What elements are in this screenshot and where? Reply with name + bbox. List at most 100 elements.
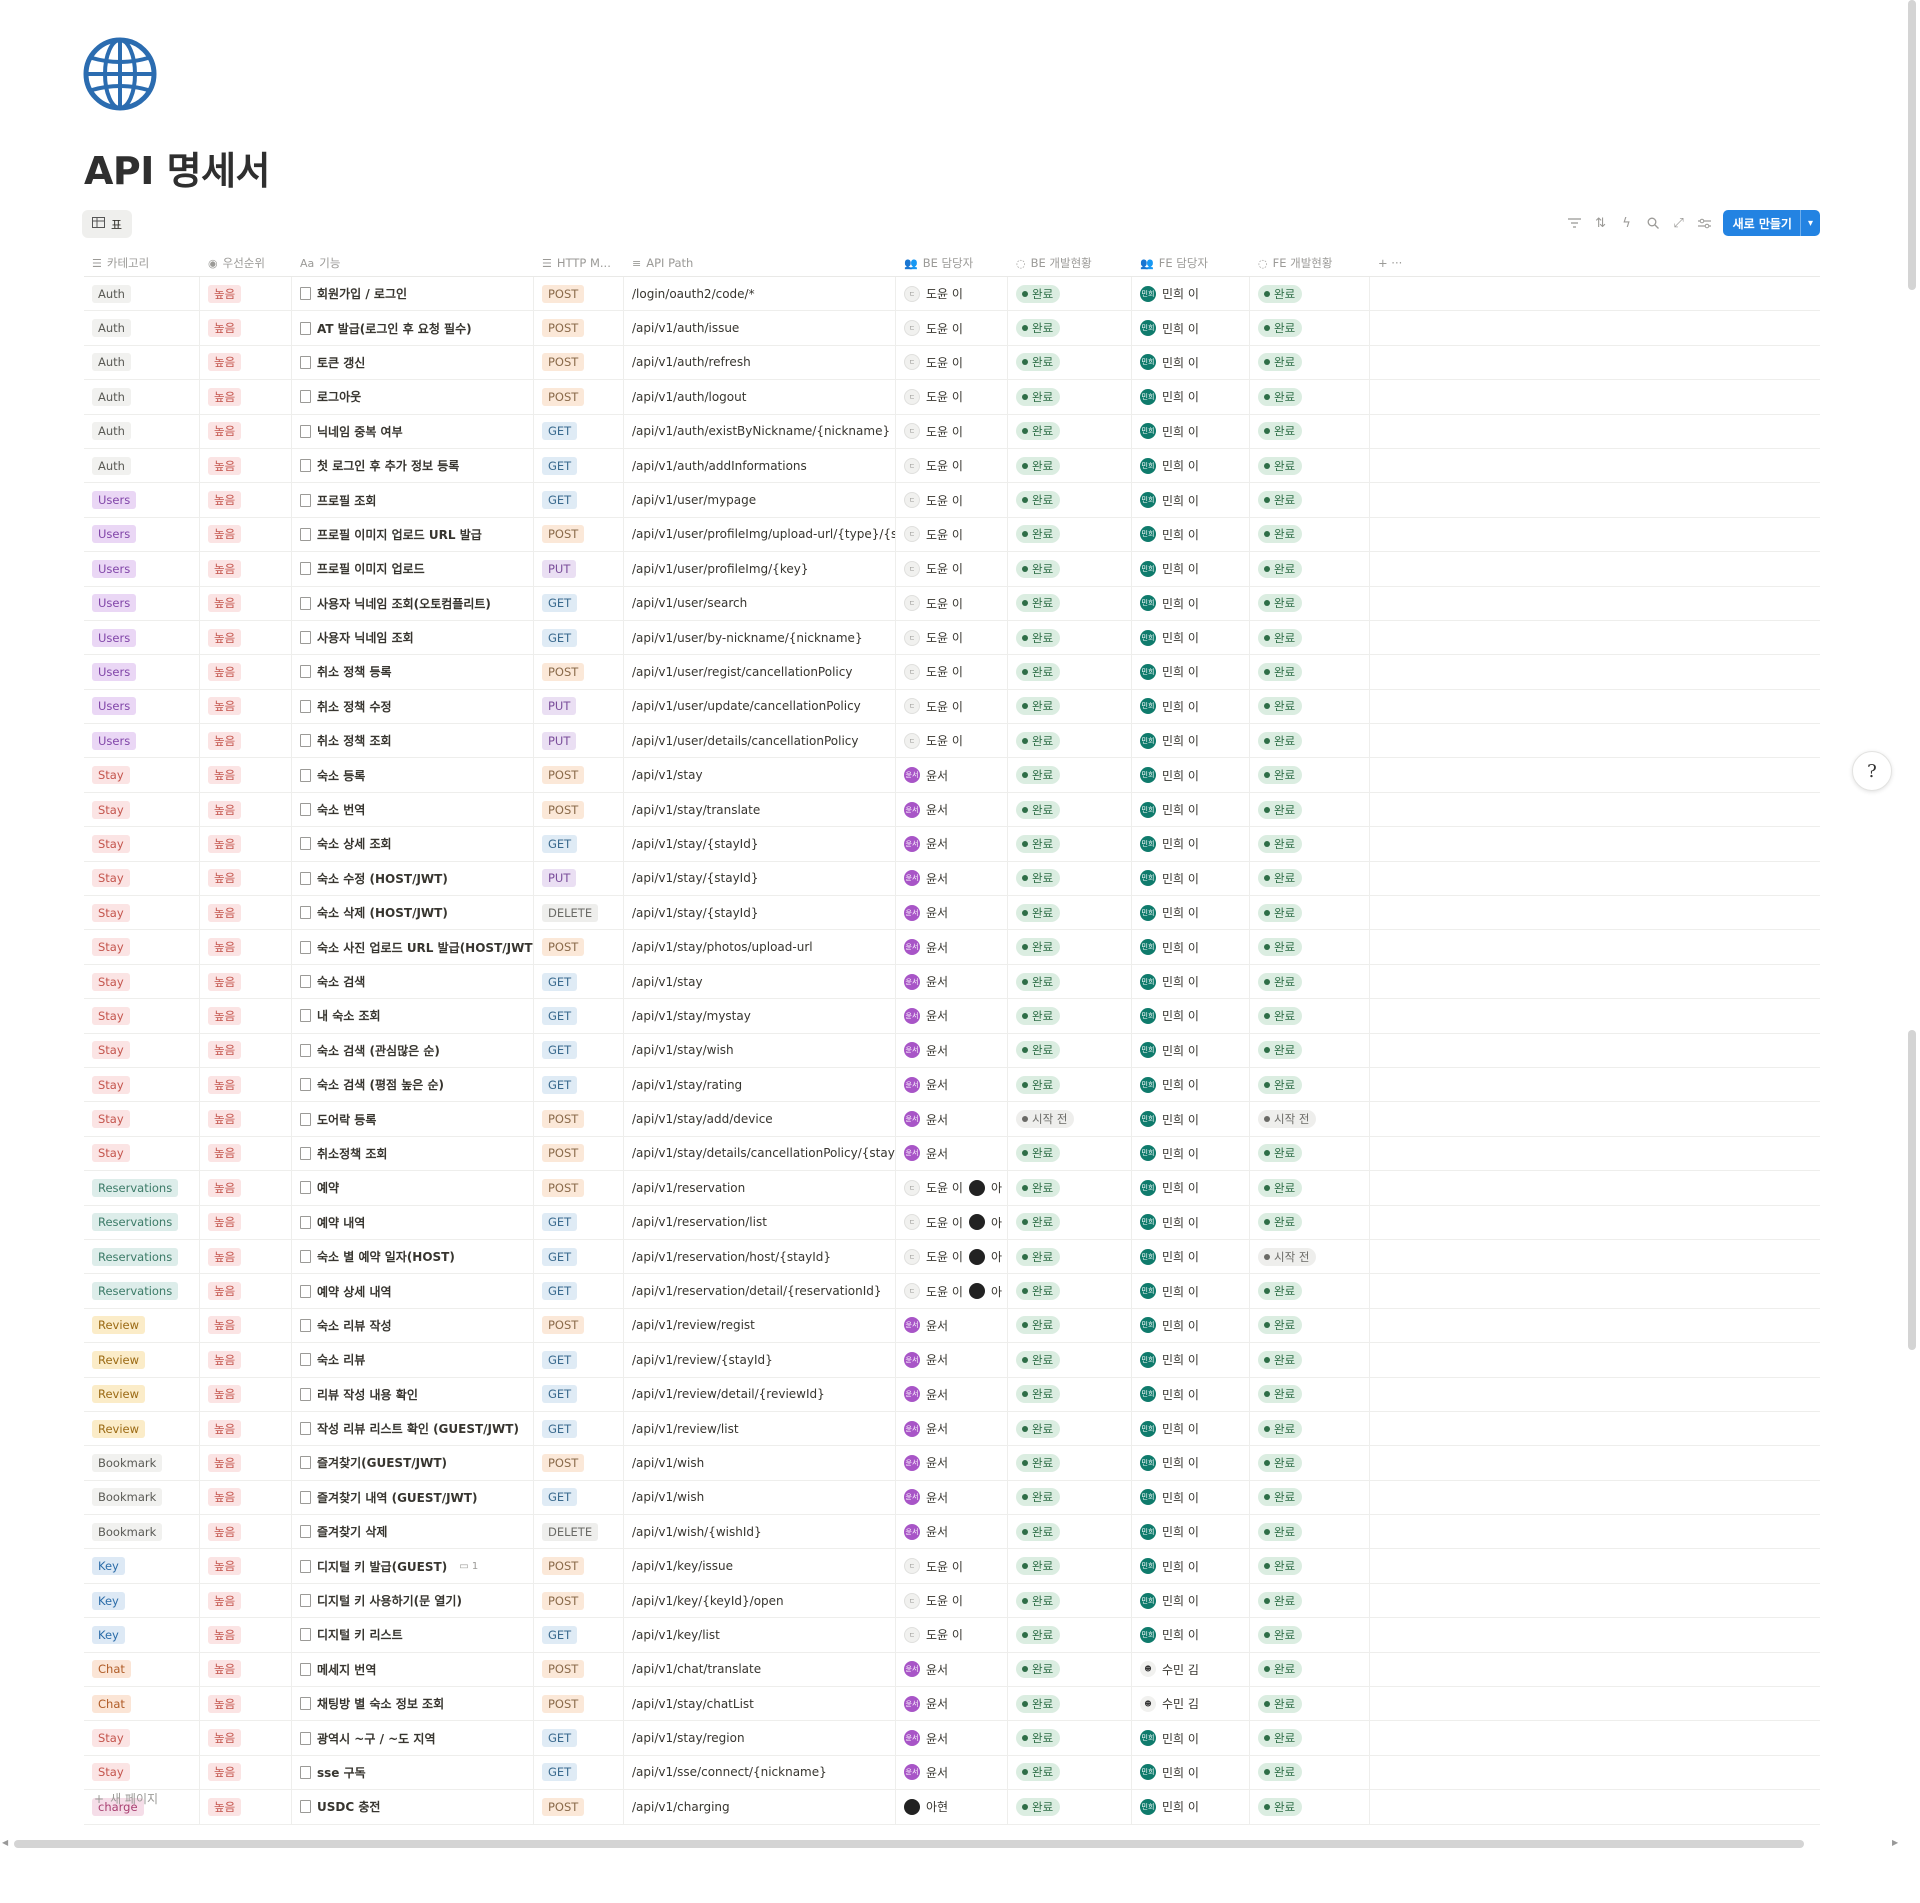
http-method-cell[interactable]: PUT [534,552,624,586]
http-method-cell[interactable]: POST [534,1446,624,1480]
feature-cell[interactable]: 닉네임 중복 여부 [292,414,534,448]
feature-cell[interactable]: 토큰 갱신 [292,345,534,380]
feature-cell[interactable]: 프로필 조회 [292,483,534,517]
feature-cell[interactable]: 숙소 검색 (평점 높은 순) [292,1067,534,1102]
be-owner-cell[interactable]: 윤서 윤서 [896,1687,1008,1721]
http-method-cell[interactable]: POST [534,1136,624,1171]
category-cell[interactable]: Bookmark [84,1446,200,1480]
be-status-cell[interactable]: 완료 [1008,448,1132,483]
feature-title[interactable]: 채팅방 별 숙소 정보 조회 [300,1695,444,1712]
be-status-cell[interactable]: 완료 [1008,930,1132,964]
feature-title[interactable]: 숙소 검색 [300,973,365,990]
be-status-cell[interactable]: 완료 [1008,964,1132,999]
api-path-cell[interactable]: /api/v1/key/issue [624,1549,896,1583]
http-method-cell[interactable]: POST [534,1790,624,1824]
http-method-cell[interactable]: GET [534,1377,624,1411]
http-method-cell[interactable]: GET [534,1274,624,1308]
be-owner-cell[interactable]: 윤서 윤서 [896,1652,1008,1687]
api-path-cell[interactable]: /api/v1/review/{stayId} [624,1343,896,1377]
feature-cell[interactable]: AT 발급(로그인 후 요청 필수) [292,311,534,345]
category-cell[interactable]: Stay [84,827,200,861]
table-row[interactable]: Users 높음 프로필 조회 GET/api/v1/user/mypage ㄷ 도윤 이… [84,483,1820,518]
feature-cell[interactable]: 프로필 이미지 업로드 [292,552,534,586]
priority-cell[interactable]: 높음 [200,930,292,964]
be-status-cell[interactable]: 완료 [1008,1308,1132,1343]
api-path-cell[interactable]: /api/v1/user/search [624,586,896,620]
api-path-cell[interactable]: /api/v1/stay/rating [624,1067,896,1102]
fe-owner-cell[interactable]: 민희 민희 이 [1132,1308,1250,1343]
feature-title[interactable]: 로그아웃 [300,388,361,405]
feature-title[interactable]: 사용자 닉네임 조회(오토컴플리트) [300,595,491,612]
be-status-cell[interactable]: 완료 [1008,1480,1132,1515]
table-row[interactable]: Stay 높음 숙소 삭제 (HOST/JWT) DELETE/api/v1/stay… [84,896,1820,931]
fe-owner-cell[interactable]: 민희 민희 이 [1132,930,1250,964]
be-owner-cell[interactable]: ㄷ 도윤 이 [896,345,1008,380]
feature-cell[interactable]: 취소 정책 수정 [292,689,534,724]
be-owner-cell[interactable]: ㄷ 도윤 이 [896,655,1008,689]
feature-title[interactable]: sse 구독 [300,1764,366,1781]
table-row[interactable]: Users 높음 취소 정책 수정 PUT/api/v1/user/update/ca… [84,689,1820,725]
category-cell[interactable]: Stay [84,1102,200,1136]
fe-owner-cell[interactable]: 민희 민희 이 [1132,1274,1250,1308]
priority-cell[interactable]: 높음 [200,1205,292,1239]
api-path-cell[interactable]: /api/v1/auth/logout [624,380,896,414]
be-owner-cell[interactable]: 윤서 윤서 [896,1446,1008,1480]
feature-title[interactable]: 프로필 조회 [300,492,376,509]
fe-owner-cell[interactable]: 민희 민희 이 [1132,1721,1250,1755]
feature-title[interactable]: 회원가입 / 로그인 [300,285,407,302]
be-status-cell[interactable]: 완료 [1008,655,1132,689]
priority-cell[interactable]: 높음 [200,483,292,517]
http-method-cell[interactable]: DELETE [534,1515,624,1549]
filter-icon[interactable] [1567,215,1583,231]
http-method-cell[interactable]: GET [534,999,624,1033]
fe-owner-cell[interactable]: 민희 민희 이 [1132,552,1250,586]
feature-title[interactable]: 숙소 리뷰 [300,1351,365,1368]
fe-status-cell[interactable]: 완료 [1250,964,1370,999]
feature-cell[interactable]: 취소 정책 조회 [292,724,534,758]
be-status-cell[interactable]: 완료 [1008,1274,1132,1308]
feature-cell[interactable]: 취소정책 조회 [292,1136,534,1171]
http-method-cell[interactable]: GET [534,620,624,655]
api-path-cell[interactable]: /api/v1/auth/addInformations [624,448,896,483]
http-method-cell[interactable]: POST [534,930,624,964]
api-path-cell[interactable]: /api/v1/review/detail/{reviewId} [624,1377,896,1411]
fe-status-cell[interactable]: 완료 [1250,1205,1370,1239]
be-status-cell[interactable]: 완료 [1008,1171,1132,1205]
be-status-cell[interactable]: 완료 [1008,345,1132,380]
priority-cell[interactable]: 높음 [200,1515,292,1549]
fe-owner-cell[interactable]: 민희 민희 이 [1132,655,1250,689]
vertical-scrollbar-thumb[interactable] [1908,1030,1916,1350]
column-header[interactable]: ◉ 우선순위 [200,250,292,276]
priority-cell[interactable]: 높음 [200,689,292,724]
scroll-left-arrow-icon[interactable]: ◀ [2,1838,8,1847]
http-method-cell[interactable]: GET [534,1721,624,1755]
feature-title[interactable]: 숙소 검색 (관심많은 순) [300,1042,440,1059]
http-method-cell[interactable]: DELETE [534,896,624,930]
be-status-cell[interactable]: 완료 [1008,999,1132,1033]
api-path-cell[interactable]: /api/v1/stay/chatList [624,1687,896,1721]
category-cell[interactable]: Users [84,689,200,724]
http-method-cell[interactable]: POST [534,1583,624,1618]
http-method-cell[interactable]: POST [534,517,624,552]
api-path-cell[interactable]: /api/v1/wish/{wishId} [624,1515,896,1549]
category-cell[interactable]: Users [84,724,200,758]
feature-cell[interactable]: 채팅방 별 숙소 정보 조회 [292,1687,534,1721]
be-status-cell[interactable]: 완료 [1008,1687,1132,1721]
fe-status-cell[interactable]: 완료 [1250,758,1370,792]
feature-title[interactable]: 숙소 별 예약 일자(HOST) [300,1248,455,1265]
fe-owner-cell[interactable]: ☻ 수민 김 [1132,1652,1250,1687]
fe-status-cell[interactable]: 완료 [1250,620,1370,655]
be-owner-cell[interactable]: 윤서 윤서 [896,999,1008,1033]
fe-status-cell[interactable]: 완료 [1250,1515,1370,1549]
table-row[interactable]: Auth 높음 토큰 갱신 POST/api/v1/auth/refresh ㄷ 도윤 이… [84,345,1820,381]
category-cell[interactable]: Stay [84,758,200,792]
table-row[interactable]: Stay 높음 내 숙소 조회 GET/api/v1/stay/mystay 윤서 윤서 완… [84,999,1820,1034]
table-row[interactable]: Users 높음 프로필 이미지 업로드 URL 발급 POST/api/v1/use… [84,517,1820,553]
priority-cell[interactable]: 높음 [200,758,292,792]
priority-cell[interactable]: 높음 [200,896,292,930]
be-status-cell[interactable]: 완료 [1008,1446,1132,1480]
fe-status-cell[interactable]: 완료 [1250,483,1370,517]
column-header[interactable]: Aa 기능 [292,250,534,276]
api-path-cell[interactable]: /api/v1/charging [624,1790,896,1824]
priority-cell[interactable]: 높음 [200,1033,292,1067]
